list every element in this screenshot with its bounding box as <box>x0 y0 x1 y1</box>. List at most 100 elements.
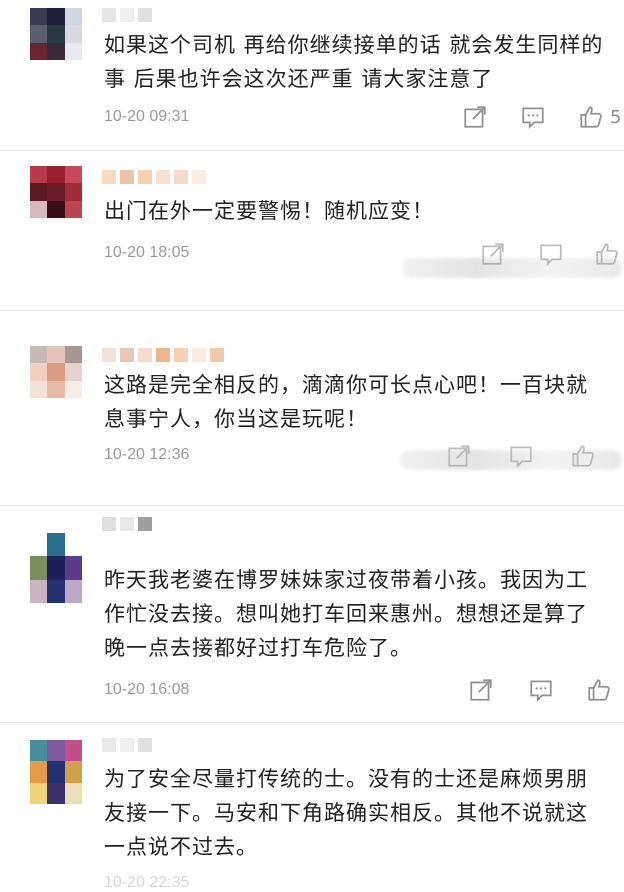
avatar-pixel <box>47 8 65 26</box>
username-pixel <box>138 170 152 184</box>
avatar[interactable] <box>30 740 82 804</box>
avatar-pixel <box>30 740 48 762</box>
share-icon <box>448 445 470 467</box>
avatar-pixel <box>47 346 65 364</box>
username-pixel <box>138 348 152 362</box>
avatar-pixel <box>64 25 82 43</box>
avatar-pixel <box>64 380 82 398</box>
comment-item: 昨天我老婆在博罗妹妹家过夜带着小孩。我因为工作忙没去接。想叫她打车回来惠州。想想… <box>0 505 624 720</box>
comment-text: 这路是完全相反的，滴滴你可长点心吧！一百块就息事宁人，你当这是玩呢！ <box>104 373 588 431</box>
username-pixel <box>174 348 188 362</box>
avatar-pixel <box>47 782 65 804</box>
avatar-pixel <box>30 183 48 201</box>
like-button[interactable]: 5 <box>578 103 621 131</box>
username-pixel <box>120 8 134 22</box>
avatar-pixel <box>47 579 65 603</box>
avatar-pixel <box>47 740 65 762</box>
username-pixel <box>192 348 206 362</box>
comment-text: 如果这个司机 再给你继续接单的话 就会发生同样的事 后果也许会这次还严重 请大家… <box>104 33 604 91</box>
reply-button[interactable] <box>528 676 554 704</box>
username-pixel <box>138 8 152 22</box>
like-button[interactable] <box>570 442 596 470</box>
username[interactable] <box>102 736 222 754</box>
avatar-pixel <box>47 363 65 381</box>
avatar-pixel <box>64 166 82 184</box>
comment-item: 这路是完全相反的，滴滴你可长点心吧！一百块就息事宁人，你当这是玩呢！ 10-20… <box>0 310 624 500</box>
username-pixel <box>192 170 206 184</box>
avatar-pixel <box>47 25 65 43</box>
comment-item: 如果这个司机 再给你继续接单的话 就会发生同样的事 后果也许会这次还严重 请大家… <box>0 0 624 150</box>
reply-button[interactable] <box>508 442 534 470</box>
avatar[interactable] <box>30 346 82 398</box>
reply-button[interactable] <box>538 240 564 268</box>
avatar-pixel <box>47 166 65 184</box>
share-button[interactable] <box>468 676 494 704</box>
username[interactable] <box>102 6 222 24</box>
comment-item: 为了安全尽量打传统的士。没有的士还是麻烦男朋友接一下。马安和下角路确实相反。其他… <box>0 722 624 891</box>
username-pixel <box>120 738 134 752</box>
avatar-pixel <box>30 200 48 218</box>
username[interactable] <box>102 515 282 533</box>
avatar-pixel <box>64 183 82 201</box>
share-icon <box>470 679 492 701</box>
avatar-pixel <box>64 761 82 783</box>
avatar[interactable] <box>30 166 82 218</box>
avatar-pixel <box>30 25 48 43</box>
avatar-pixel <box>64 556 82 580</box>
share-button[interactable] <box>480 240 506 268</box>
username-pixel <box>120 348 134 362</box>
avatar-pixel <box>64 740 82 762</box>
avatar[interactable] <box>30 533 82 603</box>
like-button[interactable] <box>586 676 612 704</box>
avatar-pixel <box>64 782 82 804</box>
avatar-pixel <box>64 363 82 381</box>
username-pixel <box>102 8 116 22</box>
username-pixel <box>138 517 152 531</box>
avatar-pixel <box>47 556 65 580</box>
share-button[interactable] <box>462 103 488 131</box>
like-button[interactable] <box>594 240 620 268</box>
avatar-pixel <box>30 782 48 804</box>
reply-button[interactable] <box>520 103 546 131</box>
comment-time: 10-20 16:08 <box>104 681 190 698</box>
comment-text: 出门在外一定要警惕！随机应变！ <box>104 199 434 223</box>
avatar-pixel <box>47 42 65 60</box>
username-pixel <box>156 348 170 362</box>
share-icon <box>482 243 504 265</box>
avatar-pixel <box>30 761 48 783</box>
username-pixel <box>120 517 134 531</box>
avatar-pixel <box>47 200 65 218</box>
username-pixel <box>102 348 116 362</box>
avatar-pixel <box>30 380 48 398</box>
username-pixel <box>102 170 116 184</box>
share-icon <box>464 106 486 128</box>
comment-icon <box>530 680 552 702</box>
comment-time: 10-20 12:36 <box>104 446 190 463</box>
comment-time: 10-20 09:31 <box>104 108 190 125</box>
avatar-pixel <box>47 183 65 201</box>
blurred-area <box>402 258 622 278</box>
avatar-pixel <box>64 579 82 603</box>
comment-icon <box>522 107 544 129</box>
thumbs-up-icon <box>572 445 594 467</box>
username-pixel <box>120 170 134 184</box>
username-pixel <box>156 170 170 184</box>
username-pixel <box>138 738 152 752</box>
username[interactable] <box>102 346 292 364</box>
username-pixel <box>102 517 116 531</box>
avatar-pixel <box>47 380 65 398</box>
share-button[interactable] <box>446 442 472 470</box>
comment-icon <box>540 244 562 266</box>
username-pixel <box>102 738 116 752</box>
avatar-pixel <box>30 556 48 580</box>
like-count: 5 <box>610 106 622 128</box>
avatar-pixel <box>30 579 48 603</box>
comment-item: 出门在外一定要警惕！随机应变！ 10-20 18:05 <box>0 150 624 310</box>
username-pixel <box>210 348 224 362</box>
comment-text: 昨天我老婆在博罗妹妹家过夜带着小孩。我因为工作忙没去接。想叫她打车回来惠州。想想… <box>104 568 588 660</box>
username-pixel <box>174 170 188 184</box>
avatar[interactable] <box>30 8 82 60</box>
username[interactable] <box>102 168 252 186</box>
comment-text: 为了安全尽量打传统的士。没有的士还是麻烦男朋友接一下。马安和下角路确实相反。其他… <box>104 767 588 859</box>
thumbs-up-icon <box>580 106 602 128</box>
